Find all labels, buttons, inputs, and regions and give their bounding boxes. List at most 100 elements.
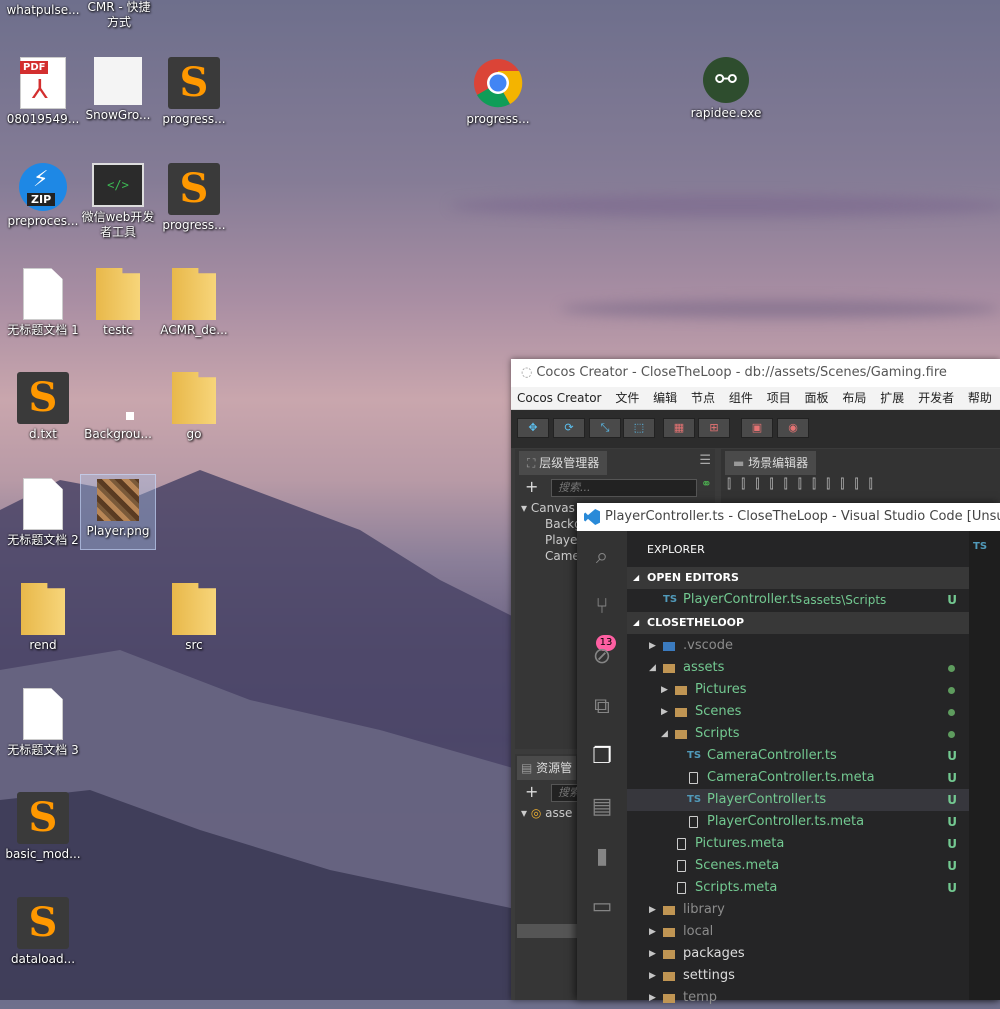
tree-row-cameracontroller-ts[interactable]: TS CameraController.ts U [627, 745, 969, 767]
chevron-down-icon: ◢ [633, 618, 640, 627]
open-editors-header[interactable]: ◢ OPEN EDITORS [627, 567, 969, 589]
tree-row-packages[interactable]: ▶ packages [627, 943, 969, 965]
desktop-icon-basic-mod[interactable]: S basic_mod... [4, 792, 82, 862]
align-toolbar[interactable]: ⫿⫿⫿⫿⫿⫿⫿⫿⫿⫿⫿ [727, 477, 1000, 497]
tree-row-playercontroller-ts[interactable]: TS PlayerController.ts U [627, 789, 969, 811]
desktop-icon-background[interactable]: Backgrou... [79, 372, 157, 442]
tree-item-label: Pictures.meta [695, 836, 785, 851]
desktop-icon-whatpulse[interactable]: whatpulse... [4, 0, 82, 18]
file-icon [689, 772, 698, 784]
desktop-icon-acmr[interactable]: ACMR_de... [155, 268, 233, 338]
image-file-icon [92, 372, 144, 424]
tree-row-assets[interactable]: ◢ assets [627, 657, 969, 679]
hierarchy-search-input[interactable]: 搜索... [551, 479, 697, 497]
desktop-icon-untitled-3[interactable]: 无标题文档 3 [4, 688, 82, 758]
scale-tool-icon[interactable]: ⤡ [589, 418, 621, 438]
add-node-icon[interactable]: + [525, 477, 538, 496]
tree-node-player[interactable]: Playe [545, 533, 577, 547]
tree-row-local[interactable]: ▶ local [627, 921, 969, 943]
tree-row-scripts-meta[interactable]: Scripts.meta U [627, 877, 969, 899]
desktop-icon-dataload[interactable]: S dataload... [4, 897, 82, 967]
lightning-icon: ⚡ [33, 167, 49, 192]
menu-developer[interactable]: 开发者 [918, 391, 954, 405]
desktop-icon-label: 无标题文档 2 [7, 533, 79, 547]
desktop-icon-cmr-shortcut[interactable]: CMR - 快捷方式 [80, 0, 158, 30]
git-status-untracked: U [947, 771, 957, 785]
add-asset-icon[interactable]: + [525, 782, 538, 801]
desktop-icon-rapidee[interactable]: ⚯ rapidee.exe [687, 57, 765, 121]
cocos-titlebar[interactable]: ◌ Cocos Creator - CloseTheLoop - db://ass… [511, 359, 1000, 387]
tree-row-temp[interactable]: ▶ temp [627, 987, 969, 1009]
outline-icon[interactable]: ▤ [590, 795, 614, 819]
explorer-icon[interactable]: ❐ [590, 745, 614, 769]
menu-panel[interactable]: 面板 [805, 391, 829, 405]
move-tool-icon[interactable]: ✥ [517, 418, 549, 438]
menu-layout[interactable]: 布局 [842, 391, 866, 405]
preview-device-icon[interactable]: ▣ [741, 418, 773, 438]
desktop-icon-player-png[interactable]: Player.png [80, 474, 156, 550]
tree-node-canvas[interactable]: ▾ Canvas [521, 501, 575, 515]
desktop-icon-testc[interactable]: testc [79, 268, 157, 338]
tree-item-label: Scenes.meta [695, 858, 780, 873]
tree-item-label: temp [683, 990, 718, 1005]
vscode-logo-icon [584, 509, 600, 525]
tab-assets[interactable]: ▤ 资源管 [517, 756, 577, 780]
desktop-icon-wechat-devtools[interactable]: </> 微信web开发者工具 [79, 163, 157, 240]
tree-row-scenes-meta[interactable]: Scenes.meta U [627, 855, 969, 877]
vscode-titlebar[interactable]: PlayerController.ts - CloseTheLoop - Vis… [577, 503, 1000, 531]
anchor-tool-icon[interactable]: ▦ [663, 418, 695, 438]
tree-row-settings[interactable]: ▶ settings [627, 965, 969, 987]
open-editor-item[interactable]: TS PlayerController.ts assets\Scripts U [627, 589, 969, 611]
debug-icon[interactable]: ⊘ [590, 645, 614, 669]
tab-hierarchy[interactable]: ⛶ 层级管理器 [519, 451, 608, 475]
desktop-icon-untitled-1[interactable]: 无标题文档 1 [4, 268, 82, 338]
editor-tab-ts-icon[interactable]: TS [973, 541, 987, 552]
menu-component[interactable]: 组件 [729, 391, 753, 405]
panel-menu-icon[interactable]: ☰ [699, 453, 711, 468]
desktop-icon-rend[interactable]: rend [4, 583, 82, 653]
asset-root[interactable]: ▾ ◎ asse [521, 806, 572, 820]
tree-node-camera[interactable]: Came [545, 549, 580, 563]
menu-file[interactable]: 文件 [615, 391, 639, 405]
desktop-icon-chrome-progress[interactable]: progress... [459, 57, 537, 127]
tree-row-vscode[interactable]: ▶ .vscode [627, 635, 969, 657]
menu-project[interactable]: 项目 [767, 391, 791, 405]
folder-icon[interactable]: ▭ [590, 895, 614, 919]
bookmark-icon[interactable]: ▮ [590, 845, 614, 869]
extensions-icon[interactable]: ⧉ [590, 695, 614, 719]
search-icon[interactable]: ⌕ [590, 545, 614, 569]
tab-scene-editor[interactable]: ▬ 场景编辑器 [725, 451, 817, 475]
desktop-icon-go[interactable]: go [155, 372, 233, 442]
desktop-icon-untitled-2[interactable]: 无标题文档 2 [4, 478, 82, 548]
asset-selected-row[interactable] [517, 924, 583, 938]
typescript-icon: TS [687, 794, 702, 805]
assets-icon: ▤ [521, 761, 537, 775]
desktop-icon-d-txt[interactable]: S d.txt [4, 372, 82, 442]
menu-edit[interactable]: 编辑 [653, 391, 677, 405]
desktop-icon-progress-2[interactable]: S progress... [155, 163, 233, 233]
tree-row-pictures[interactable]: ▶ Pictures [627, 679, 969, 701]
menu-extension[interactable]: 扩展 [880, 391, 904, 405]
project-header[interactable]: ◢ CLOSETHELOOP [627, 612, 969, 634]
link-icon[interactable]: ⚭ [701, 477, 712, 492]
tree-row-playercontroller-ts-meta[interactable]: PlayerController.ts.meta U [627, 811, 969, 833]
desktop-icon-progress-1[interactable]: S progress... [155, 57, 233, 127]
desktop-icon-src[interactable]: src [155, 583, 233, 653]
rotate-tool-icon[interactable]: ⟳ [553, 418, 585, 438]
rect-tool-icon[interactable]: ⬚ [623, 418, 655, 438]
menu-node[interactable]: 节点 [691, 391, 715, 405]
desktop-icon-label: d.txt [29, 427, 57, 441]
desktop-icon-snowgro[interactable]: SnowGro... [79, 57, 157, 123]
tree-row-cameracontroller-ts-meta[interactable]: CameraController.ts.meta U [627, 767, 969, 789]
source-control-icon[interactable]: ⑂ [590, 595, 614, 619]
desktop-icon-preprocess-zip[interactable]: ⚡ ZIP preproces... [4, 163, 82, 229]
preview-browser-icon[interactable]: ◉ [777, 418, 809, 438]
tree-row-library[interactable]: ▶ library [627, 899, 969, 921]
tree-row-scenes[interactable]: ▶ Scenes [627, 701, 969, 723]
tree-row-pictures-meta[interactable]: Pictures.meta U [627, 833, 969, 855]
menu-help[interactable]: 帮助 [968, 391, 992, 405]
menu-cocos-creator[interactable]: Cocos Creator [517, 391, 602, 405]
tree-row-scripts[interactable]: ◢ Scripts [627, 723, 969, 745]
desktop-icon-pdf[interactable]: PDF ⅄ 08019549... [4, 57, 82, 127]
pivot-tool-icon[interactable]: ⊞ [698, 418, 730, 438]
